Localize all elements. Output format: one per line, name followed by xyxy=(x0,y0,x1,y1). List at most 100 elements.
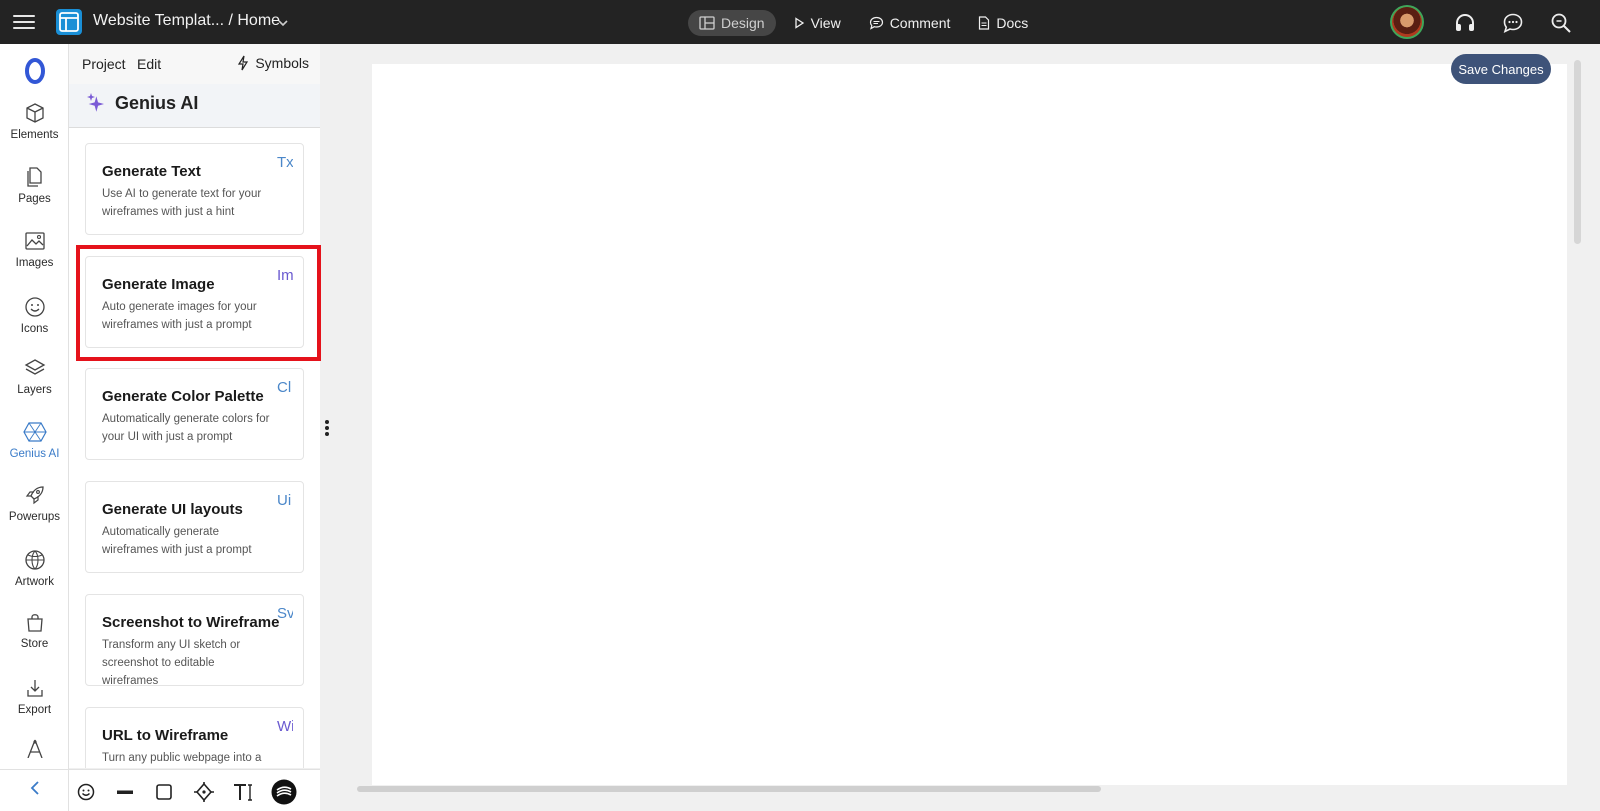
document-icon xyxy=(979,16,990,30)
layers-icon xyxy=(24,359,45,375)
card-title: Generate Text xyxy=(102,163,201,180)
rail-item-label: Genius AI xyxy=(9,448,60,460)
card-badge: Sv xyxy=(277,605,293,622)
horizontal-scrollbar[interactable] xyxy=(357,786,1101,792)
tab-view-label: View xyxy=(810,15,841,31)
card-description: Auto generate images for your wireframes… xyxy=(102,301,257,331)
card-screenshot-to-wireframe[interactable]: Screenshot to Wireframe Transform any UI… xyxy=(85,594,304,687)
vertical-scrollbar[interactable] xyxy=(1574,60,1581,244)
top-bar: Website Templat... / Home Design View Co… xyxy=(0,0,1600,44)
rocket-icon xyxy=(25,486,44,505)
menu-icon[interactable] xyxy=(13,12,35,32)
symbols-label: Symbols xyxy=(255,55,309,71)
rail-item-label: Elements xyxy=(10,129,59,141)
card-badge: Ui xyxy=(277,492,292,509)
rail-item-more[interactable] xyxy=(0,738,69,763)
rail-item-export[interactable]: Export xyxy=(0,677,69,716)
sparkles-icon xyxy=(87,93,104,112)
rail-item-icons[interactable]: Icons xyxy=(0,296,69,335)
card-description: Transform any UI sketch or screenshot to… xyxy=(102,639,241,687)
left-rail: Elements Pages Images Icons Layers Geniu… xyxy=(0,44,69,811)
document-title[interactable]: Website Templat... / Home xyxy=(93,12,280,30)
card-url-to-wireframe[interactable]: URL to Wireframe Turn any public webpage… xyxy=(85,707,304,768)
rail-item-genius-ai[interactable]: Genius AI xyxy=(0,421,69,460)
panel-header: Project Edit Symbols xyxy=(69,44,320,84)
tab-project[interactable]: Project xyxy=(82,56,126,72)
card-badge: Im xyxy=(277,267,293,284)
card-badge: Cl xyxy=(277,379,292,396)
tab-comment[interactable]: Comment xyxy=(858,10,962,36)
avatar[interactable] xyxy=(1390,5,1424,39)
layout-icon xyxy=(699,16,715,30)
card-generate-image[interactable]: Generate Image Auto generate images for … xyxy=(85,256,304,348)
card-badge: Tx xyxy=(277,154,293,171)
smiley-icon[interactable] xyxy=(75,781,97,803)
tab-docs-label: Docs xyxy=(996,15,1029,31)
rail-item-label: Pages xyxy=(18,193,51,205)
genius-ai-panel: Project Edit Symbols Genius AI Generate … xyxy=(69,44,320,768)
rail-item-artwork[interactable]: Artwork xyxy=(0,549,69,588)
cube-icon xyxy=(25,103,44,123)
tab-docs[interactable]: Docs xyxy=(967,10,1039,36)
compass-tool-icon xyxy=(26,739,43,758)
chat-icon[interactable] xyxy=(1501,11,1525,35)
image-icon xyxy=(24,232,45,250)
bag-icon xyxy=(26,614,43,632)
card-title: URL to Wireframe xyxy=(102,727,229,744)
card-generate-text[interactable]: Generate Text Use AI to generate text fo… xyxy=(85,143,304,235)
search-icon[interactable] xyxy=(1549,11,1573,35)
drawing-toolbar xyxy=(69,769,320,811)
rail-item-store[interactable]: Store xyxy=(0,611,69,650)
pen-tool-icon[interactable] xyxy=(193,781,215,803)
card-title: Generate UI layouts xyxy=(102,501,243,518)
tab-design-label: Design xyxy=(721,15,765,31)
text-icon[interactable] xyxy=(232,781,256,803)
export-icon xyxy=(26,680,43,697)
rail-item-pages[interactable]: Pages xyxy=(0,166,69,205)
collapse-chevron-icon[interactable] xyxy=(26,779,44,797)
card-description: Use AI to generate text for your wirefra… xyxy=(102,188,262,218)
card-title: Generate Image xyxy=(102,276,215,293)
card-description: Turn any public webpage into a xyxy=(102,752,262,764)
rail-item-images[interactable]: Images xyxy=(0,230,69,269)
rail-item-label: Powerups xyxy=(8,511,61,523)
section-title: Genius AI xyxy=(115,93,199,113)
brand-icon[interactable] xyxy=(271,779,297,805)
rail-item-layers[interactable]: Layers xyxy=(0,357,69,396)
genius-icon xyxy=(22,422,47,442)
chevron-down-icon[interactable] xyxy=(276,16,290,30)
card-badge: Wi xyxy=(277,718,293,735)
save-changes-button[interactable]: Save Changes xyxy=(1451,54,1551,84)
rail-item-powerups[interactable]: Powerups xyxy=(0,484,69,523)
rail-item-label: Layers xyxy=(17,384,52,396)
brand-logo-icon[interactable] xyxy=(22,58,48,84)
card-description: Automatically generate colors for your U… xyxy=(102,413,270,443)
rail-item-label: Export xyxy=(17,704,52,716)
genius-ai-header: Genius AI xyxy=(69,84,320,128)
card-description: Automatically generate wireframes with j… xyxy=(102,526,252,556)
rail-item-label: Icons xyxy=(20,323,49,335)
square-icon[interactable] xyxy=(153,781,175,803)
rail-item-elements[interactable]: Elements xyxy=(0,102,69,141)
card-generate-color-palette[interactable]: Generate Color Palette Automatically gen… xyxy=(85,368,304,460)
mode-nav: Design View Comment Docs xyxy=(688,10,1045,36)
globe-icon xyxy=(24,550,45,570)
rail-divider xyxy=(0,769,69,770)
tab-view[interactable]: View xyxy=(782,10,852,36)
artboard[interactable] xyxy=(372,64,1567,785)
symbols-button[interactable]: Symbols xyxy=(237,55,309,71)
app-logo-icon[interactable] xyxy=(56,9,82,35)
card-title: Screenshot to Wireframe xyxy=(102,614,280,631)
smiley-icon xyxy=(24,297,45,317)
tab-edit[interactable]: Edit xyxy=(137,56,161,72)
lightning-icon xyxy=(238,55,249,71)
tab-design[interactable]: Design xyxy=(688,10,776,36)
rail-item-label: Images xyxy=(15,257,54,269)
rail-item-label: Artwork xyxy=(15,576,54,588)
card-generate-ui-layouts[interactable]: Generate UI layouts Automatically genera… xyxy=(85,481,304,573)
line-icon[interactable] xyxy=(114,781,136,803)
play-icon xyxy=(794,17,804,29)
headphones-icon[interactable] xyxy=(1453,11,1477,35)
panel-resize-handle[interactable] xyxy=(325,420,329,436)
tab-comment-label: Comment xyxy=(889,15,951,31)
